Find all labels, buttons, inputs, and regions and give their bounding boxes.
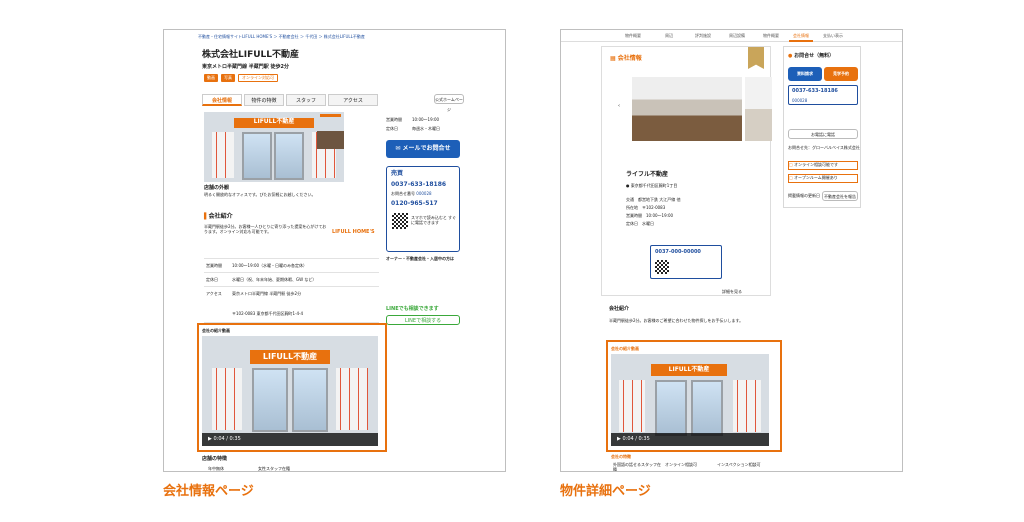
tab-company-info[interactable]: 会社情報 [202, 94, 242, 106]
prev-arrow-icon[interactable]: ‹ [618, 103, 620, 109]
phone-title: 売買 [391, 170, 404, 177]
video-highlight-frame [606, 340, 782, 452]
thumbnail-1[interactable] [317, 112, 344, 130]
photo-caption: 店舗の外観 [204, 185, 230, 191]
homepage-button[interactable]: 公式ホームページ [434, 94, 464, 112]
location-icon: ● [626, 183, 630, 188]
nav-item[interactable]: 周辺設備 [723, 30, 751, 42]
caption-left: 会社情報ページ [163, 484, 254, 499]
visit-reservation-button[interactable]: 見学予約 [824, 67, 858, 81]
features-title: 会社の特徴 [611, 454, 631, 459]
badge-photo: 写真 [221, 74, 235, 82]
intro-text: 半蔵門駅徒歩2分。お客様一人ひとりに寄り添った提案を心がけております。オンライン… [204, 224, 327, 234]
detail-row: 定休日 水曜日 [626, 221, 654, 226]
nav-item-active[interactable]: 会社情報 [789, 30, 813, 42]
top-nav: 物件概要 周辺 評判施設 周辺設備 物件概要 会社情報 支払い表示 [561, 30, 902, 42]
detail-row: 営業時間 10:00〜19:00 [626, 213, 674, 218]
info-row: アクセス 東京メトロ半蔵門線 半蔵門駅 徒歩2分 〒102-0083 東京都千代田区… [204, 287, 379, 323]
store-sign: LIFULL不動産 [234, 118, 314, 128]
phone-box: 売買 0037-633-18186 お問合せ番号 000028 0120-965… [386, 166, 460, 252]
qr-code-icon [655, 260, 669, 274]
gold-ribbon-icon [748, 47, 764, 69]
owner-title: オーナー・不動産会社・入居中の方は [386, 256, 454, 261]
intro-title: 会社紹介 [609, 306, 630, 312]
mail-inquiry-button[interactable]: ✉ メールでお問合せ [386, 140, 460, 158]
video-highlight-frame [197, 323, 387, 452]
nav-item[interactable]: 物件概要 [757, 30, 785, 42]
holiday-value: 毎週水・木曜日 [412, 126, 440, 131]
sidebar-option[interactable]: □ オープンルーム開催あり [788, 174, 858, 183]
company-name: 株式会社LIFULL不動産 [202, 50, 300, 60]
sidebar-note: 掲載情報の更新日 [788, 193, 820, 198]
staff-icon: ● [788, 53, 793, 59]
feature-tag: オンライン相談可 [665, 462, 697, 467]
room-photo[interactable] [632, 77, 742, 141]
sidebar-option[interactable]: □ オンライン相談可能です [788, 161, 858, 170]
phone-number[interactable]: 0037-633-18186 [391, 181, 446, 189]
nav-item[interactable]: 物件概要 [619, 30, 647, 42]
phone-note: お問合せ番号 000028 [391, 191, 432, 196]
detail-row: 所在地 〒102-0083 [626, 205, 666, 210]
section-intro-title: ▌会社紹介 [204, 213, 233, 220]
info-table: 営業時間 10:00〜19:00（水曜・日曜のみ各定休） 定休日 水曜日（祝、年末年… [204, 258, 379, 323]
breadcrumb[interactable]: 不動産・住宅情報サイトLIFULL HOME'S ＞ 不動産会社 ＞ 千代田 ＞… [198, 34, 478, 39]
feature-tag: 年中無休 [208, 466, 224, 471]
property-detail-page-screenshot: 物件概要 周辺 評判施設 周辺設備 物件概要 会社情報 支払い表示 ▦ 会社情報… [560, 29, 903, 472]
checkbox-icon: □ [789, 162, 793, 167]
features-title: 店舗の特徴 [202, 456, 228, 462]
company-info-page-screenshot: 不動産・住宅情報サイトLIFULL HOME'S ＞ 不動産会社 ＞ 千代田 ＞… [163, 29, 506, 472]
inquiry-title: ● お問合せ（無料） [788, 53, 835, 59]
tab-staff[interactable]: スタッフ [286, 94, 326, 106]
report-button[interactable]: 不動産会社を報告 [822, 191, 858, 201]
sidebar-phone-code: 000028 [792, 98, 808, 103]
thumbnail-2[interactable] [317, 131, 344, 149]
company-access: 東京メトロ半蔵門線 半蔵門駅 徒歩2分 [202, 64, 289, 70]
info-row: 営業時間 10:00〜19:00（水曜・日曜のみ各定休） [204, 259, 379, 273]
nav-item[interactable]: 周辺 [655, 30, 683, 42]
nav-item[interactable]: 支払い表示 [819, 30, 847, 42]
company-card: ▦ 会社情報 ‹ ライフル不動産 ● 東京都千代田区麹町1丁目 交通 都営地下鉄… [601, 46, 772, 296]
lifull-homes-logo: LIFULL HOME'S [332, 229, 375, 235]
nav-item[interactable]: 評判施設 [689, 30, 717, 42]
doc-request-button[interactable]: 資料請求 [788, 67, 822, 81]
company-address: ● 東京都千代田区麹町1丁目 [626, 183, 678, 188]
more-link[interactable]: 詳細を見る [722, 289, 742, 294]
feature-tag: 女性スタッフ在籍 [258, 466, 290, 471]
badge-video: 動画 [204, 74, 218, 82]
feature-tag: インスペクション相談可 [717, 462, 761, 467]
holiday-label: 定休日 [386, 126, 398, 131]
hours-value: 10:00〜19:00 [412, 117, 440, 122]
checkbox-icon: □ [789, 175, 793, 180]
detail-row: 交通 都営地下鉄 大江戸線 他 [626, 197, 681, 202]
building-icon: ▦ [610, 55, 616, 62]
tab-property-features[interactable]: 物件の特徴 [244, 94, 284, 106]
phone-number[interactable]: 0037-000-00000 [655, 249, 701, 255]
callback-button[interactable]: お電話に電話 [788, 129, 858, 139]
mail-icon: ✉ [395, 145, 401, 152]
room-photo-next[interactable] [745, 77, 772, 141]
qr-code-icon [392, 213, 408, 229]
company-label: お問合せ先：グローバルベイス株式会社 [788, 145, 860, 150]
phone-number-2[interactable]: 0120-965-517 [391, 200, 438, 208]
inquiry-sidebar: ● お問合せ（無料） 資料請求 見学予約 0037-633-18186 0000… [783, 46, 861, 208]
phone-card: 0037-000-00000 [650, 245, 722, 279]
badge-online: オンライン対応可 [238, 74, 278, 82]
line-title: LINEでも相談できます [386, 306, 439, 312]
sidebar-phone[interactable]: 0037-633-18186 [792, 88, 838, 94]
info-row: 定休日 水曜日（祝、年末年始、夏期休暇、GW など） [204, 273, 379, 287]
caption-right: 物件詳細ページ [560, 484, 651, 499]
tab-access[interactable]: アクセス [328, 94, 378, 106]
intro-text: 半蔵門駅徒歩2分。お客様のご希望に合わせた物件探しをお手伝いします。 [609, 318, 744, 323]
qr-text: スマホで読み込むと すぐに電話できます [411, 215, 457, 225]
photo-description: 明るく開放的なオフィスです。びたお気軽にお越しください。 [204, 192, 316, 197]
sidebar-phone-box: 0037-633-18186 000028 [788, 85, 858, 105]
feature-tag: 外国語の話せるスタッフ在籍 [613, 462, 661, 472]
section-title: ▦ 会社情報 [610, 55, 642, 62]
hours-label: 営業時間 [386, 117, 402, 122]
company-name: ライフル不動産 [626, 171, 669, 178]
line-consult-button[interactable]: LINEで相談する [386, 315, 460, 325]
